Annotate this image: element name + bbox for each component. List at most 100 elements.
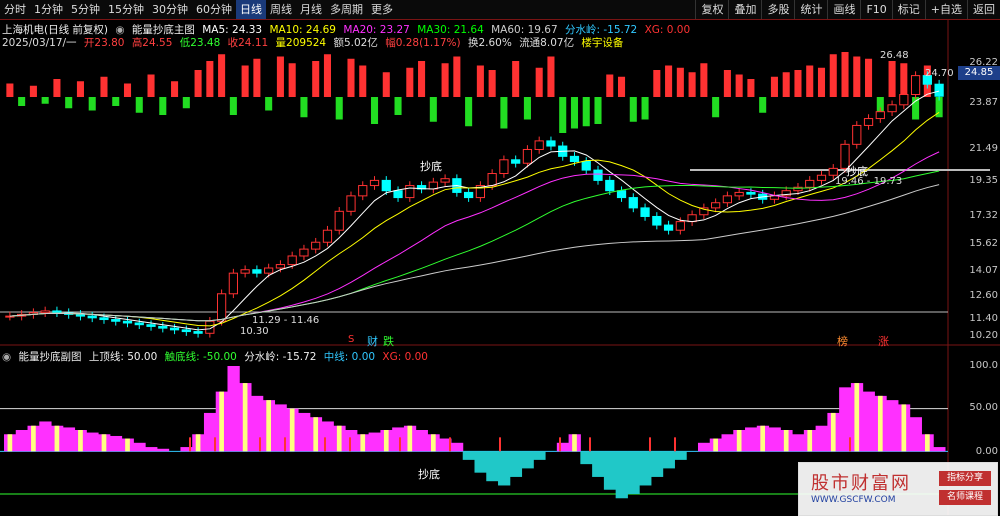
volume-bar (523, 97, 531, 120)
sub-area-bar (474, 451, 487, 473)
sub-area-bar (533, 451, 546, 460)
sub-area-bar (627, 451, 640, 494)
sub-toggle-icon[interactable]: ◉ (2, 351, 11, 363)
volume-bar (182, 97, 190, 109)
volume-bar (323, 54, 331, 97)
volume-bar (229, 97, 237, 115)
candle-body (216, 293, 227, 322)
volume-bar (88, 97, 96, 111)
sub-area-bar (415, 430, 428, 452)
sub-energy-bar (242, 383, 248, 452)
volume-bar (359, 65, 367, 97)
candle-body (640, 207, 650, 217)
sub-energy-bar (289, 408, 295, 452)
sub-area-bar (721, 434, 734, 452)
sub-area-bar (862, 391, 875, 452)
candle-body (252, 269, 262, 274)
volume-bar (370, 97, 379, 124)
candle-body (522, 148, 533, 164)
candle-body (616, 190, 627, 199)
sub-area-bar (768, 427, 781, 452)
candle-body (322, 229, 333, 243)
ma20-line (9, 151, 940, 322)
volume-bar (629, 97, 637, 122)
sub-area-bar (227, 366, 240, 452)
volume-bar (147, 74, 155, 97)
watermark-tag-2: 名师课程 (939, 490, 991, 505)
sub-energy-bar (125, 438, 130, 452)
volume-bar (888, 61, 896, 97)
volume-bar (276, 56, 284, 97)
sub-area-bar (345, 430, 358, 452)
ma5-line (9, 90, 940, 331)
volume-bar (347, 58, 355, 97)
chart-canvas[interactable] (0, 0, 1000, 516)
candle-body (369, 179, 380, 187)
price-axis-label: 10.20 (969, 330, 998, 341)
sub-energy-bar (713, 438, 718, 452)
candle-body (275, 264, 286, 269)
volume-bar (817, 67, 826, 97)
volume-bar (394, 97, 402, 115)
candle-body (405, 185, 415, 199)
volume-bar (735, 74, 743, 97)
candle-body (146, 324, 156, 327)
volume-bar (123, 83, 132, 97)
candle-body (334, 210, 344, 231)
candle-body (122, 320, 133, 324)
candle-body (181, 329, 191, 333)
volume-bar (171, 81, 179, 97)
price-axis-label: 17.32 (969, 210, 998, 221)
volume-bar (65, 97, 73, 109)
candle-body (593, 169, 603, 181)
sub-top-value: 上顶线: 50.00 (88, 351, 158, 363)
low-price-label: 10.30 (240, 326, 269, 337)
sub-energy-bar (736, 430, 742, 452)
volume-bar (135, 97, 143, 113)
candle-body (264, 267, 274, 274)
price-axis-label: 11.40 (969, 313, 998, 324)
candle-body (40, 310, 50, 314)
volume-bar (547, 56, 555, 97)
candle-body (464, 191, 474, 199)
candle-body (240, 269, 250, 274)
candle-body (134, 322, 144, 326)
sub-area-bar (109, 435, 123, 452)
price-axis-label: 15.62 (969, 238, 998, 249)
volume-bar (429, 97, 437, 122)
volume-bar (288, 63, 296, 97)
volume-bar (441, 63, 449, 97)
volume-bar (512, 61, 520, 97)
volume-bar (688, 72, 696, 97)
candle-body (687, 214, 697, 223)
sub-area-bar (603, 451, 617, 490)
range-label-1: 11.29 - 11.46 (252, 315, 320, 326)
sub-axis-label: 100.0 (969, 360, 998, 371)
sub-area-bar (392, 427, 405, 452)
sub-area-bar (156, 448, 170, 452)
candle-body (628, 197, 638, 209)
price-axis-label: 21.49 (969, 143, 998, 154)
candle-body (228, 272, 238, 295)
sub-energy-bar (31, 425, 36, 452)
watermark-title: 股市财富网 (811, 473, 911, 494)
candle-body (358, 185, 368, 197)
volume-bar (112, 97, 120, 106)
candle-body (193, 331, 203, 334)
volume-bar (700, 63, 708, 97)
candle-body (605, 179, 615, 192)
volume-bar (853, 56, 861, 97)
volume-bar (594, 97, 602, 124)
volume-bar (159, 97, 167, 115)
candle-body (87, 315, 97, 319)
sub-energy-bar (407, 425, 413, 452)
volume-bar (606, 74, 614, 97)
sub-axis-label: 0.00 (975, 446, 998, 457)
volume-bar (253, 58, 261, 97)
candle-body (440, 178, 450, 183)
sub-energy-bar (101, 434, 107, 452)
sub-energy-bar (383, 430, 389, 452)
sub-indicator-name[interactable]: 能量抄底副图 (19, 351, 82, 363)
sub-energy-bar (7, 434, 13, 452)
sub-area-bar (321, 421, 334, 452)
